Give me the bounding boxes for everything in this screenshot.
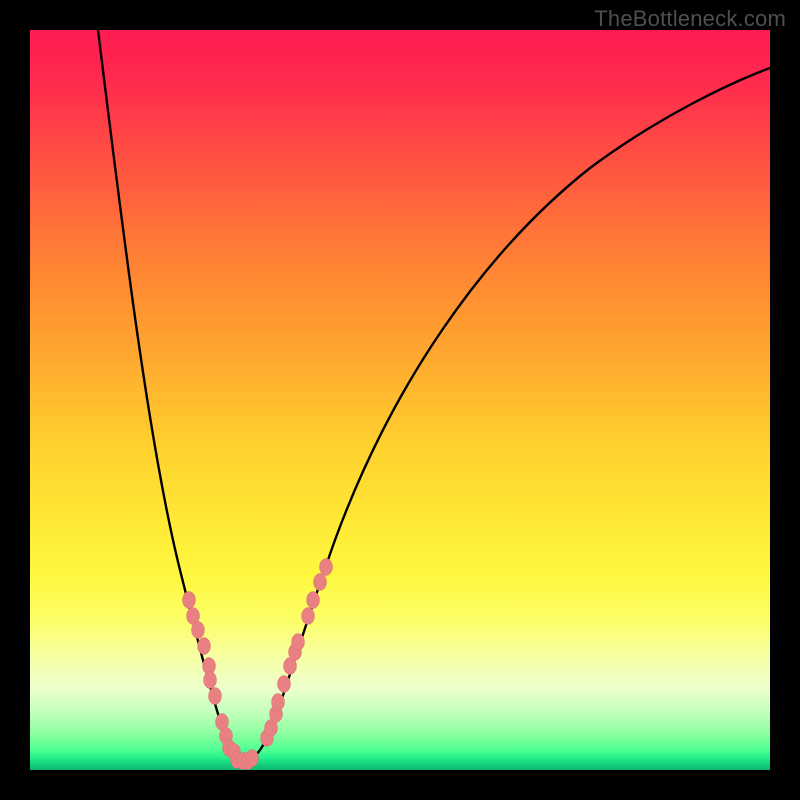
curve-layer <box>30 30 770 770</box>
chart-frame: TheBottleneck.com <box>0 0 800 800</box>
bead-marker <box>314 574 327 591</box>
bead-marker <box>183 592 196 609</box>
bead-marker <box>278 676 291 693</box>
bead-marker <box>272 694 285 711</box>
bead-marker <box>307 592 320 609</box>
plot-area <box>30 30 770 770</box>
bead-marker <box>204 672 217 689</box>
bead-marker <box>302 608 315 625</box>
bead-marker <box>320 559 333 576</box>
bead-marker <box>198 638 211 655</box>
watermark-text: TheBottleneck.com <box>594 6 786 32</box>
bead-marker <box>246 750 259 767</box>
bead-marker <box>292 634 305 651</box>
bead-marker <box>209 688 222 705</box>
bead-marker <box>192 622 205 639</box>
